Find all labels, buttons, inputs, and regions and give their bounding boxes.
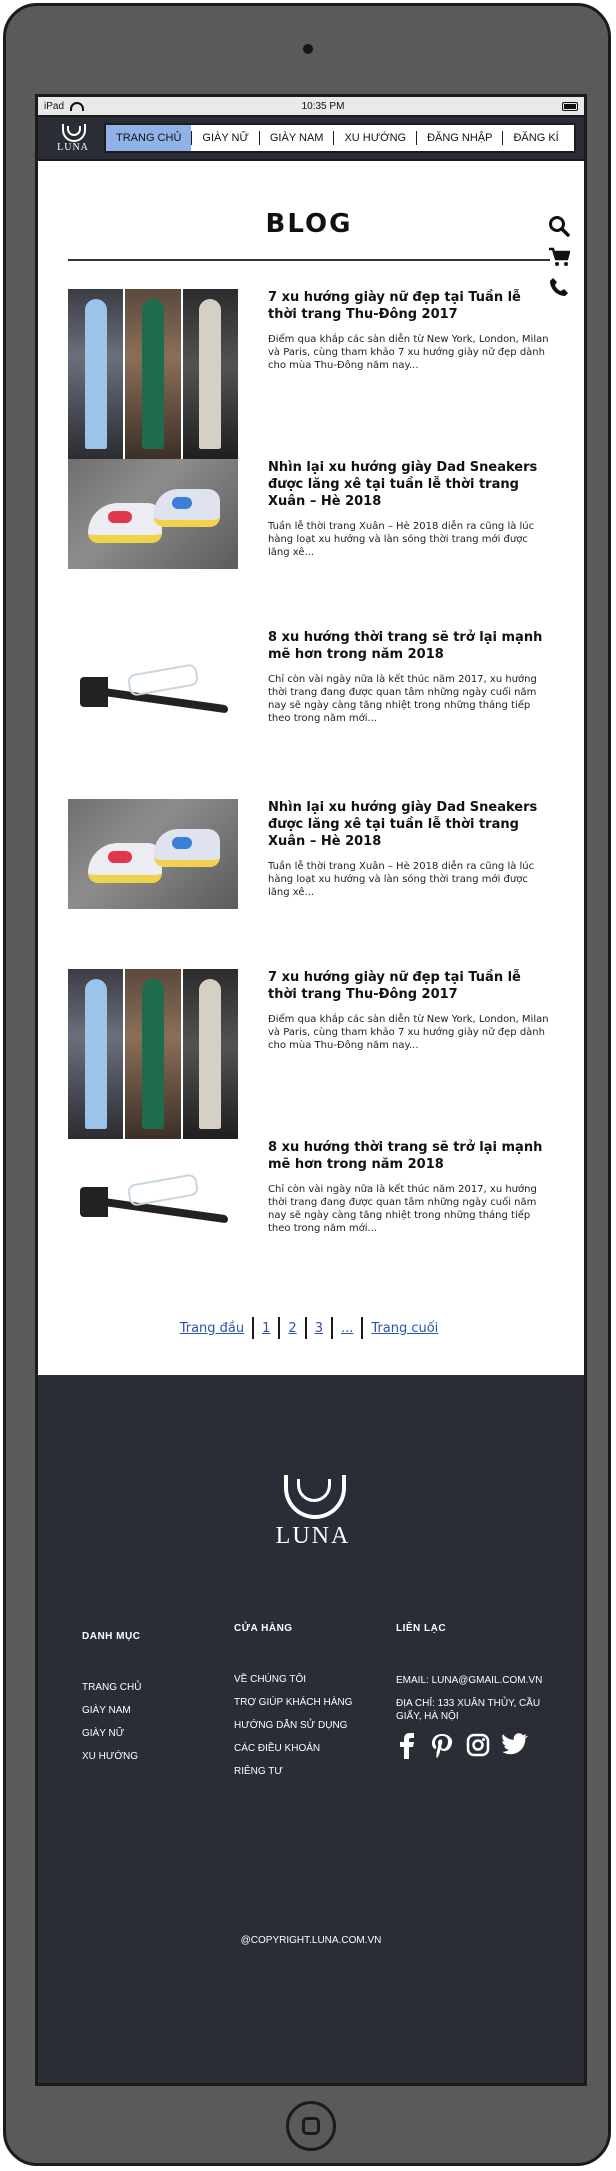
camera-dot <box>303 44 313 54</box>
status-bar: iPad 10:35 PM <box>38 97 584 117</box>
instagram-icon[interactable] <box>466 1733 490 1757</box>
twitter-icon[interactable] <box>502 1733 528 1755</box>
pagination-page-3[interactable]: 3 <box>307 1321 331 1336</box>
top-navbar: LUNA TRANG CHỦ GIÀY NỮ GIÀY NAM XU HƯỚNG… <box>38 117 584 161</box>
footer-store: CỬA HÀNG VỀ CHÚNG TÔI TRỢ GIÚP KHÁCH HÀN… <box>234 1623 352 1789</box>
post-thumbnail[interactable] <box>68 289 238 459</box>
post-title[interactable]: Nhìn lại xu hướng giày Dad Sneakers được… <box>268 799 550 850</box>
copyright: @COPYRIGHT.LUNA.COM.VN <box>240 1935 382 1946</box>
social-links <box>396 1733 556 1759</box>
footer-link[interactable]: CÁC ĐIỀU KHOẢN <box>234 1743 352 1754</box>
footer-link[interactable]: XU HƯỚNG <box>82 1751 141 1762</box>
post-excerpt: Tuần lễ thời trang Xuân – Hè 2018 diễn r… <box>268 861 535 898</box>
post-thumbnail[interactable] <box>68 629 238 739</box>
moon-logo-icon <box>282 1475 346 1519</box>
nav-item-trends[interactable]: XU HƯỚNG <box>334 125 416 151</box>
post-title[interactable]: 8 xu hướng thời trang sẽ trở lại mạnh mẽ… <box>268 1139 550 1173</box>
post-excerpt: Chỉ còn vài ngày nữa là kết thúc năm 201… <box>268 1184 537 1234</box>
main-content: BLOG 7 xu hướng giày nữ đẹp tại Tuần lễ … <box>38 209 584 1341</box>
blog-post-list: 7 xu hướng giày nữ đẹp tại Tuần lễ thời … <box>68 289 550 1309</box>
pagination-page-1[interactable]: 1 <box>254 1321 278 1336</box>
nav-item-women-shoes[interactable]: GIÀY NỮ <box>192 125 258 151</box>
post-thumbnail[interactable] <box>68 969 238 1139</box>
wifi-icon <box>70 101 85 111</box>
blog-post[interactable]: Nhìn lại xu hướng giày Dad Sneakers được… <box>68 799 550 969</box>
contact-address: ĐỊA CHỈ: 133 XUÂN THỦY, CẦU GIẤY, HÀ NỘI <box>396 1698 541 1722</box>
brand-logo[interactable]: LUNA <box>48 123 98 153</box>
post-thumbnail[interactable] <box>68 1139 238 1249</box>
cart-icon[interactable] <box>548 247 570 267</box>
pinterest-icon[interactable] <box>430 1733 454 1759</box>
facebook-icon[interactable] <box>396 1733 418 1759</box>
footer-logo[interactable]: LUNA <box>268 1475 358 1550</box>
pagination: Trang đầu 1 2 3 ... Trang cuối <box>68 1315 550 1341</box>
post-title[interactable]: 8 xu hướng thời trang sẽ trở lại mạnh mẽ… <box>268 629 550 663</box>
post-excerpt: Điểm qua khắp các sàn diễn từ New York, … <box>268 1014 549 1051</box>
post-excerpt: Tuần lễ thời trang Xuân – Hè 2018 diễn r… <box>268 521 535 558</box>
pagination-last[interactable]: Trang cuối <box>363 1321 446 1336</box>
blog-post[interactable]: 8 xu hướng thời trang sẽ trở lại mạnh mẽ… <box>68 1139 550 1309</box>
blog-post[interactable]: 7 xu hướng giày nữ đẹp tại Tuần lễ thời … <box>68 289 550 459</box>
device-label: iPad <box>44 100 65 112</box>
nav-item-login[interactable]: ĐĂNG NHẬP <box>417 125 502 151</box>
footer-link[interactable]: HƯỚNG DẪN SỬ DỤNG <box>234 1720 352 1731</box>
screen: iPad 10:35 PM LUNA TRANG CHỦ GIÀY NỮ GIÀ… <box>35 94 587 2086</box>
page-title: BLOG <box>265 209 353 239</box>
footer-link[interactable]: RIÊNG TƯ <box>234 1766 352 1777</box>
home-button[interactable] <box>286 2101 336 2151</box>
post-title[interactable]: Nhìn lại xu hướng giày Dad Sneakers được… <box>268 459 550 510</box>
status-time: 10:35 PM <box>301 100 345 112</box>
footer-link[interactable]: GIÀY NỮ <box>82 1728 141 1739</box>
ipad-frame: iPad 10:35 PM LUNA TRANG CHỦ GIÀY NỮ GIÀ… <box>3 3 611 2166</box>
post-excerpt: Điểm qua khắp các sàn diễn từ New York, … <box>268 334 549 371</box>
pagination-ellipsis[interactable]: ... <box>333 1321 361 1336</box>
site-footer: LUNA DANH MỤC TRANG CHỦ GIÀY NAM GIÀY NỮ… <box>38 1375 584 2083</box>
footer-contact: LIÊN LẠC EMAIL: LUNA@GMAIL.COM.VN ĐỊA CH… <box>396 1623 556 1759</box>
main-menu: TRANG CHỦ GIÀY NỮ GIÀY NAM XU HƯỚNG ĐĂNG… <box>104 123 576 153</box>
nav-item-home[interactable]: TRANG CHỦ <box>106 125 192 151</box>
footer-link[interactable]: TRANG CHỦ <box>82 1682 141 1693</box>
blog-post[interactable]: 8 xu hướng thời trang sẽ trở lại mạnh mẽ… <box>68 629 550 799</box>
post-thumbnail[interactable] <box>68 799 238 909</box>
title-divider <box>68 259 550 261</box>
footer-heading: DANH MỤC <box>82 1631 141 1642</box>
battery-icon <box>561 101 578 111</box>
blog-post[interactable]: Nhìn lại xu hướng giày Dad Sneakers được… <box>68 459 550 629</box>
quick-actions <box>548 215 570 297</box>
footer-link[interactable]: GIÀY NAM <box>82 1705 141 1716</box>
footer-heading: LIÊN LẠC <box>396 1623 447 1634</box>
blog-post[interactable]: 7 xu hướng giày nữ đẹp tại Tuần lễ thời … <box>68 969 550 1139</box>
footer-link[interactable]: VỀ CHÚNG TÔI <box>234 1674 352 1685</box>
post-title[interactable]: 7 xu hướng giày nữ đẹp tại Tuần lễ thời … <box>268 969 550 1003</box>
footer-heading: CỬA HÀNG <box>234 1623 293 1634</box>
moon-logo-icon <box>61 123 86 142</box>
post-thumbnail[interactable] <box>68 459 238 569</box>
phone-icon[interactable] <box>549 277 569 297</box>
search-icon[interactable] <box>548 215 570 237</box>
contact-email[interactable]: EMAIL: LUNA@GMAIL.COM.VN <box>396 1674 556 1687</box>
footer-brand-name: LUNA <box>275 1523 351 1549</box>
nav-item-register[interactable]: ĐĂNG KÍ <box>503 125 568 151</box>
post-title[interactable]: 7 xu hướng giày nữ đẹp tại Tuần lễ thời … <box>268 289 550 323</box>
post-excerpt: Chỉ còn vài ngày nữa là kết thúc năm 201… <box>268 674 537 724</box>
nav-item-men-shoes[interactable]: GIÀY NAM <box>260 125 334 151</box>
pagination-page-2[interactable]: 2 <box>280 1321 304 1336</box>
footer-link[interactable]: TRỢ GIÚP KHÁCH HÀNG <box>234 1697 352 1708</box>
pagination-first[interactable]: Trang đầu <box>172 1321 252 1336</box>
brand-name: LUNA <box>57 141 89 153</box>
footer-categories: DANH MỤC TRANG CHỦ GIÀY NAM GIÀY NỮ XU H… <box>82 1631 141 1774</box>
